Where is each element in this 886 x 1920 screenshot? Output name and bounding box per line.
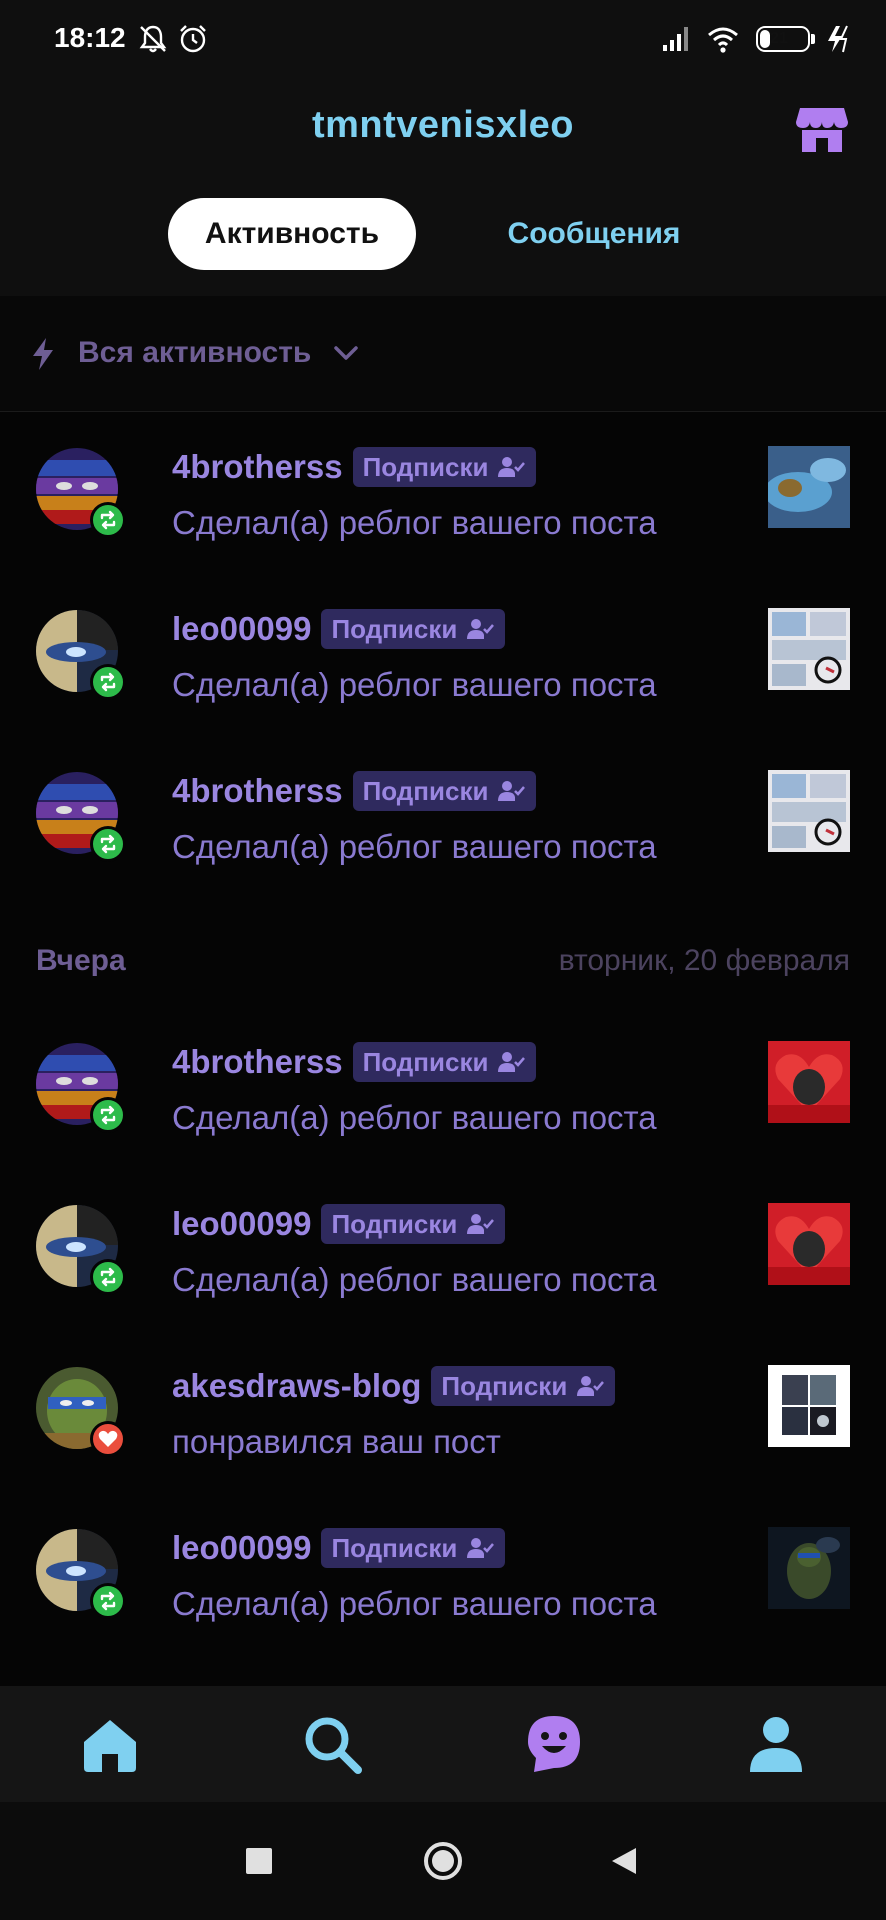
- username[interactable]: 4brotherss: [172, 448, 343, 486]
- username[interactable]: akesdraws-blog: [172, 1367, 421, 1405]
- battery-icon: 21: [756, 26, 810, 52]
- bell-off-icon: [139, 25, 167, 53]
- username[interactable]: 4brotherss: [172, 1043, 343, 1081]
- battery-tip: [811, 34, 815, 44]
- following-tag-label: Подписки: [331, 1532, 458, 1563]
- following-tag-label: Подписки: [362, 775, 489, 806]
- wifi-icon: [708, 27, 738, 53]
- bolt-icon: [33, 338, 53, 370]
- list-item[interactable]: leo00099 Подписки Сделал(а) реблог вашег…: [0, 574, 886, 736]
- username[interactable]: 4brotherss: [172, 772, 343, 810]
- battery-level: 21: [770, 30, 788, 47]
- user-check-icon: [498, 1052, 526, 1072]
- signal-icon: [663, 27, 688, 51]
- activity-smile-icon[interactable]: [522, 1712, 586, 1776]
- username[interactable]: leo00099: [172, 1205, 311, 1243]
- following-tag-label: Подписки: [441, 1370, 568, 1401]
- following-tag-label: Подписки: [362, 1046, 489, 1077]
- date-section-header: Вчера вторник, 20 февраля: [0, 920, 886, 1002]
- user-check-icon: [467, 619, 495, 639]
- post-thumbnail[interactable]: [768, 770, 850, 852]
- section-date: вторник, 20 февраля: [558, 944, 850, 977]
- chevron-down-icon: [334, 346, 358, 360]
- following-tag-label: Подписки: [331, 613, 458, 644]
- following-tag: Подписки: [321, 1204, 506, 1244]
- following-tag: Подписки: [321, 1528, 506, 1568]
- reblog-badge-icon: [90, 826, 126, 862]
- home-icon[interactable]: [78, 1712, 142, 1776]
- following-tag: Подписки: [352, 447, 537, 487]
- recents-icon[interactable]: [246, 1848, 272, 1874]
- action-text: Сделал(а) реблог вашего поста: [172, 1099, 657, 1136]
- following-tag-label: Подписки: [331, 1208, 458, 1239]
- status-time: 18:12: [54, 22, 126, 53]
- action-text: Сделал(а) реблог вашего поста: [172, 666, 657, 703]
- tab-messages[interactable]: Сообщения: [476, 198, 712, 270]
- list-item[interactable]: leo00099 Подписки Сделал(а) реблог вашег…: [0, 1493, 886, 1655]
- blog-title[interactable]: tmntvenisxleo: [0, 104, 886, 147]
- following-tag: Подписки: [431, 1366, 616, 1406]
- shop-icon[interactable]: [794, 100, 850, 156]
- user-check-icon: [577, 1376, 605, 1396]
- user-check-icon: [498, 781, 526, 801]
- like-badge-icon: [90, 1421, 126, 1457]
- activity-filter[interactable]: Вся активность: [0, 296, 886, 412]
- back-icon[interactable]: [610, 1846, 638, 1876]
- alarm-icon: [180, 25, 206, 53]
- action-text: Сделал(а) реблог вашего поста: [172, 1261, 657, 1298]
- list-item[interactable]: 4brotherss Подписки Сделал(а) реблог ваш…: [0, 1007, 886, 1169]
- user-check-icon: [498, 457, 526, 477]
- post-thumbnail[interactable]: [768, 608, 850, 690]
- username[interactable]: leo00099: [172, 610, 311, 648]
- filter-label: Вся активность: [78, 336, 312, 369]
- following-tag: Подписки: [352, 1042, 537, 1082]
- tab-activity[interactable]: Активность: [168, 198, 416, 270]
- post-thumbnail[interactable]: [768, 1203, 850, 1285]
- action-text: Сделал(а) реблог вашего поста: [172, 828, 657, 865]
- action-text: Сделал(а) реблог вашего поста: [172, 1585, 657, 1622]
- action-text: понравился ваш пост: [172, 1423, 501, 1460]
- post-thumbnail[interactable]: [768, 1365, 850, 1447]
- reblog-badge-icon: [90, 664, 126, 700]
- reblog-badge-icon: [90, 1583, 126, 1619]
- list-item[interactable]: leo00099 Подписки Сделал(а) реблог вашег…: [0, 1169, 886, 1331]
- list-item[interactable]: 4brotherss Подписки Сделал(а) реблог ваш…: [0, 736, 886, 898]
- reblog-badge-icon: [90, 1259, 126, 1295]
- post-thumbnail[interactable]: [768, 1527, 850, 1609]
- action-text: Сделал(а) реблог вашего поста: [172, 504, 657, 541]
- following-tag-label: Подписки: [362, 451, 489, 482]
- search-icon[interactable]: [300, 1712, 364, 1776]
- status-bar: 18:12 21: [0, 0, 886, 80]
- system-navigation: [0, 1802, 886, 1920]
- list-item[interactable]: 4brotherss Подписки Сделал(а) реблог ваш…: [0, 412, 886, 574]
- section-label: Вчера: [36, 944, 126, 977]
- user-check-icon: [467, 1214, 495, 1234]
- following-tag: Подписки: [352, 771, 537, 811]
- username[interactable]: leo00099: [172, 1529, 311, 1567]
- post-thumbnail[interactable]: [768, 446, 850, 528]
- user-check-icon: [467, 1538, 495, 1558]
- charging-icon: [828, 25, 848, 53]
- reblog-badge-icon: [90, 1097, 126, 1133]
- following-tag: Подписки: [321, 609, 506, 649]
- bottom-navigation: [0, 1686, 886, 1802]
- profile-icon[interactable]: [744, 1712, 808, 1776]
- home-circle-icon[interactable]: [422, 1840, 464, 1882]
- header: tmntvenisxleo Активность Сообщения: [0, 80, 886, 296]
- list-item[interactable]: akesdraws-blog Подписки понравился ваш п…: [0, 1331, 886, 1493]
- reblog-badge-icon: [90, 502, 126, 538]
- post-thumbnail[interactable]: [768, 1041, 850, 1123]
